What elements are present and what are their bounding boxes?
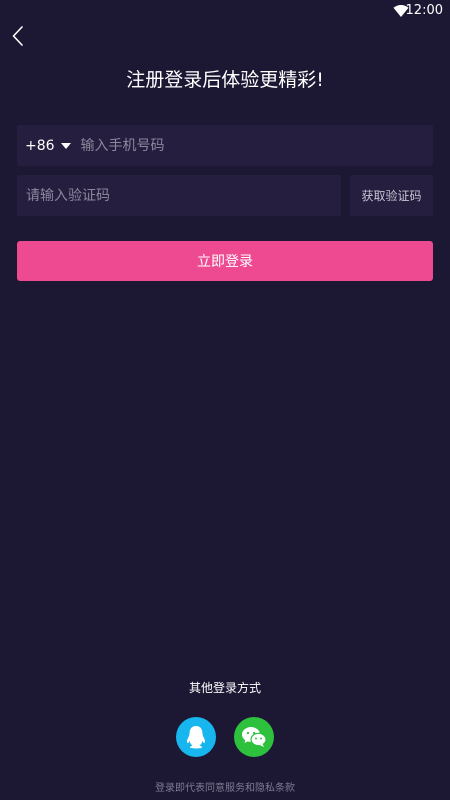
chevron-left-icon bbox=[12, 26, 23, 46]
qq-login-button[interactable] bbox=[176, 717, 216, 757]
terms-text[interactable]: 登录即代表同意服务和隐私条款 bbox=[0, 779, 450, 794]
get-code-button[interactable]: 获取验证码 bbox=[350, 175, 433, 216]
wechat-login-button[interactable] bbox=[234, 717, 274, 757]
other-login-title: 其他登录方式 bbox=[188, 681, 261, 695]
status-time: 12:00 bbox=[405, 3, 443, 18]
qq-icon bbox=[186, 726, 206, 749]
login-screen: 12:00 注册登录后体验更精彩! +86 获取验证码 立即登录 其他登录方式 bbox=[0, 0, 450, 800]
verification-code-box bbox=[17, 175, 341, 216]
verification-code-input[interactable] bbox=[26, 175, 341, 216]
status-bar: 12:00 bbox=[0, 0, 450, 24]
login-button[interactable]: 立即登录 bbox=[17, 241, 433, 281]
phone-input[interactable] bbox=[80, 125, 433, 166]
page-title: 注册登录后体验更精彩! bbox=[126, 69, 324, 91]
caret-down-icon bbox=[60, 142, 71, 149]
back-button[interactable] bbox=[6, 24, 30, 48]
country-code-selector[interactable]: +86 bbox=[17, 125, 81, 166]
wechat-icon bbox=[242, 727, 267, 747]
phone-row: +86 bbox=[17, 125, 433, 166]
country-code-label: +86 bbox=[25, 137, 55, 154]
